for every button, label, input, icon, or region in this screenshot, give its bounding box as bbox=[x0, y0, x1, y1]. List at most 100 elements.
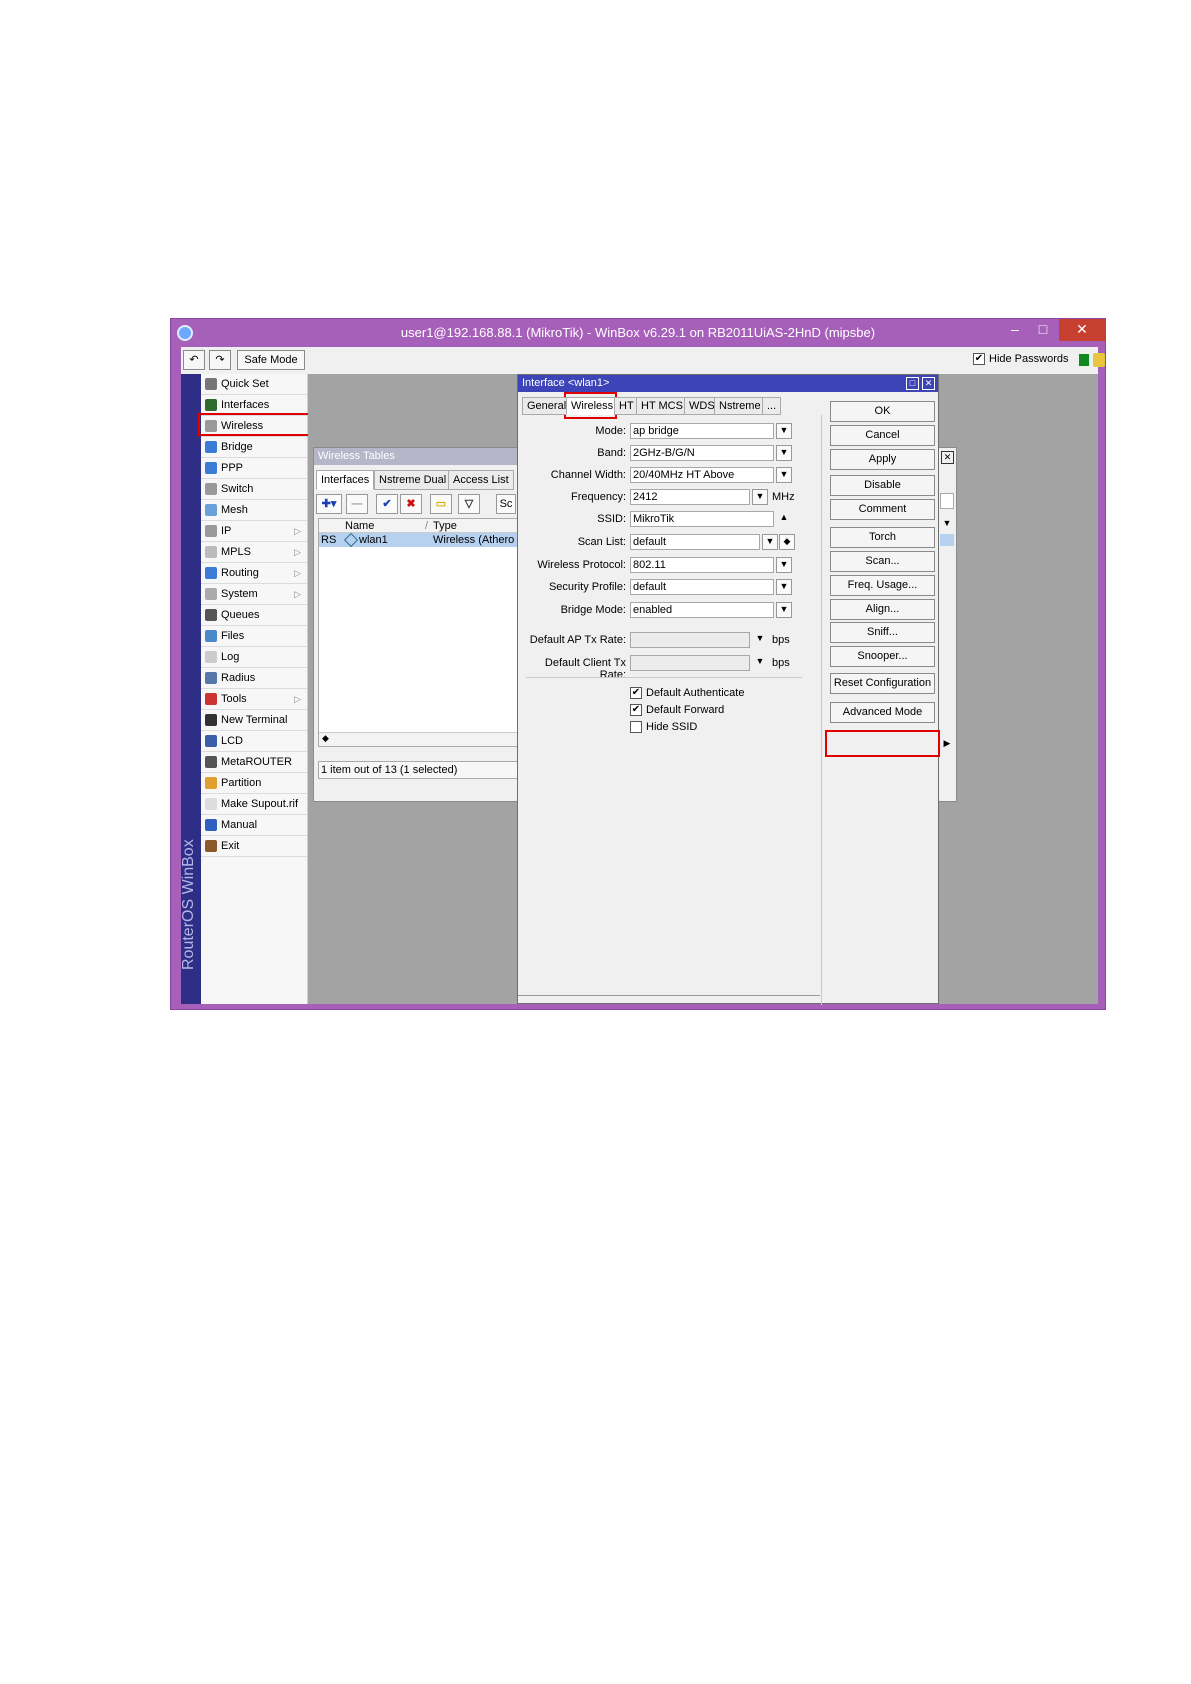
dropdown-icon[interactable]: ▼ bbox=[776, 602, 792, 618]
band-field[interactable]: 2GHz-B/G/N bbox=[630, 445, 774, 461]
menu-item-tools[interactable]: Tools ▷ bbox=[201, 689, 307, 710]
dropdown-icon[interactable]: ▼ bbox=[752, 632, 768, 648]
menu-item-system[interactable]: System ▷ bbox=[201, 584, 307, 605]
apply-button[interactable]: Apply bbox=[830, 449, 935, 470]
ok-button[interactable]: OK bbox=[830, 401, 935, 422]
tab-interfaces[interactable]: Interfaces bbox=[316, 470, 375, 490]
torch-button[interactable]: Torch bbox=[830, 527, 935, 548]
dropdown-icon[interactable]: ▼ bbox=[940, 518, 954, 532]
dropdown-icon[interactable]: ▼ bbox=[776, 423, 792, 439]
dropdown-icon[interactable]: ▼ bbox=[776, 579, 792, 595]
scan-button-partial[interactable]: Sc bbox=[496, 494, 516, 514]
dialog-restore-icon[interactable]: □ bbox=[906, 377, 919, 390]
undo-button[interactable]: ↶ bbox=[183, 350, 205, 370]
menu-item-ppp[interactable]: PPP bbox=[201, 458, 307, 479]
collapse-icon[interactable]: ▲ bbox=[776, 511, 792, 527]
menu-item-partition[interactable]: Partition bbox=[201, 773, 307, 794]
menu-item-exit[interactable]: Exit bbox=[201, 836, 307, 857]
sniff-button[interactable]: Sniff... bbox=[830, 622, 935, 643]
partition-icon bbox=[205, 777, 217, 789]
menu-item-make-supout-rif[interactable]: Make Supout.rif bbox=[201, 794, 307, 815]
default-client-tx-rate-field[interactable] bbox=[630, 655, 750, 671]
dropdown-icon[interactable]: ▼ bbox=[752, 655, 768, 671]
remove-icon[interactable]: — bbox=[346, 494, 368, 514]
add-icon[interactable]: ✚▾ bbox=[316, 494, 342, 514]
channel-width-field[interactable]: 20/40MHz HT Above bbox=[630, 467, 774, 483]
dropdown-icon[interactable]: ▼ bbox=[776, 445, 792, 461]
menu-item-mpls[interactable]: MPLS ▷ bbox=[201, 542, 307, 563]
menu-item-bridge[interactable]: Bridge bbox=[201, 437, 307, 458]
menu-item-lcd[interactable]: LCD bbox=[201, 731, 307, 752]
wireless-protocol-field[interactable]: 802.11 bbox=[630, 557, 774, 573]
tab-nstreme-dual[interactable]: Nstreme Dual bbox=[374, 470, 452, 490]
default-forward-checkbox[interactable]: ✔ Default Forward bbox=[630, 704, 724, 717]
default-authenticate-checkbox[interactable]: ✔ Default Authenticate bbox=[630, 687, 744, 700]
menu-item-quick-set[interactable]: Quick Set bbox=[201, 374, 307, 395]
minimize-button[interactable]: – bbox=[1001, 319, 1029, 341]
tab-ht-mcs[interactable]: HT MCS bbox=[636, 397, 688, 415]
wireless-tables-title[interactable]: Wireless Tables bbox=[314, 448, 517, 465]
scan-button[interactable]: Scan... bbox=[830, 551, 935, 572]
menu-item-queues[interactable]: Queues bbox=[201, 605, 307, 626]
tab-nstreme[interactable]: Nstreme bbox=[714, 397, 766, 415]
tab-general[interactable]: General bbox=[522, 397, 572, 415]
dialog-title[interactable]: Interface <wlan1> □ ✕ bbox=[518, 375, 938, 392]
tab-wireless[interactable]: Wireless bbox=[566, 397, 619, 415]
tab-access-list[interactable]: Access List bbox=[448, 470, 514, 490]
menu-item-log[interactable]: Log bbox=[201, 647, 307, 668]
enable-icon[interactable]: ✔ bbox=[376, 494, 398, 514]
tab-ht[interactable]: HT bbox=[614, 397, 639, 415]
menu-item-label: LCD bbox=[221, 735, 244, 747]
disable-icon[interactable]: ✖ bbox=[400, 494, 422, 514]
hide-passwords-checkbox[interactable]: ✔ Hide Passwords bbox=[973, 353, 1068, 366]
column-type[interactable]: Type bbox=[433, 520, 457, 532]
scroll-right-icon[interactable]: ▶ bbox=[940, 738, 954, 752]
dropdown-icon[interactable]: ▼ bbox=[752, 489, 768, 505]
menu-item-switch[interactable]: Switch bbox=[201, 479, 307, 500]
menu-item-routing[interactable]: Routing ▷ bbox=[201, 563, 307, 584]
menu-item-manual[interactable]: Manual bbox=[201, 815, 307, 836]
search-field-partial[interactable] bbox=[940, 493, 954, 509]
up-down-icon[interactable]: ◆ bbox=[779, 534, 795, 550]
menu-item-metarouter[interactable]: MetaROUTER bbox=[201, 752, 307, 773]
dropdown-icon[interactable]: ▼ bbox=[776, 557, 792, 573]
menu-item-mesh[interactable]: Mesh bbox=[201, 500, 307, 521]
maximize-button[interactable]: □ bbox=[1029, 319, 1057, 341]
menu-item-ip[interactable]: IP ▷ bbox=[201, 521, 307, 542]
default-ap-tx-rate-field[interactable] bbox=[630, 632, 750, 648]
bridge-mode-field[interactable]: enabled bbox=[630, 602, 774, 618]
mode-field[interactable]: ap bridge bbox=[630, 423, 774, 439]
redo-button[interactable]: ↷ bbox=[209, 350, 231, 370]
menu-item-new-terminal[interactable]: New Terminal bbox=[201, 710, 307, 731]
menu-item-files[interactable]: Files bbox=[201, 626, 307, 647]
scroll-left-icon[interactable]: ◆ bbox=[322, 733, 329, 744]
close-button[interactable]: ✕ bbox=[1059, 319, 1105, 341]
filter-icon[interactable]: ▽ bbox=[458, 494, 480, 514]
freq-usage-button[interactable]: Freq. Usage... bbox=[830, 575, 935, 596]
dialog-close-icon[interactable]: ✕ bbox=[922, 377, 935, 390]
menu-item-radius[interactable]: Radius bbox=[201, 668, 307, 689]
metarouter-icon bbox=[205, 756, 217, 768]
snooper-button[interactable]: Snooper... bbox=[830, 646, 935, 667]
horizontal-scrollbar[interactable]: ◆ bbox=[319, 732, 519, 746]
disable-button[interactable]: Disable bbox=[830, 475, 935, 496]
frequency-field[interactable]: 2412 bbox=[630, 489, 750, 505]
title-bar[interactable]: user1@192.168.88.1 (MikroTik) - WinBox v… bbox=[171, 319, 1105, 347]
cancel-button[interactable]: Cancel bbox=[830, 425, 935, 446]
dropdown-icon[interactable]: ▼ bbox=[762, 534, 778, 550]
comment-button[interactable]: Comment bbox=[830, 499, 935, 520]
wireless-tables-close-icon[interactable]: ✕ bbox=[941, 451, 954, 464]
hide-ssid-checkbox[interactable]: Hide SSID bbox=[630, 721, 697, 734]
align-button[interactable]: Align... bbox=[830, 599, 935, 620]
reset-configuration-button[interactable]: Reset Configuration bbox=[830, 673, 935, 694]
table-row[interactable]: RS wlan1 Wireless (Athero bbox=[319, 532, 519, 548]
security-profile-field[interactable]: default bbox=[630, 579, 774, 595]
tab-more[interactable]: ... bbox=[762, 397, 782, 415]
column-name[interactable]: Name bbox=[345, 520, 374, 532]
comment-icon[interactable]: ▭ bbox=[430, 494, 452, 514]
advanced-mode-button[interactable]: Advanced Mode bbox=[830, 702, 935, 723]
dropdown-icon[interactable]: ▼ bbox=[776, 467, 792, 483]
safe-mode-button[interactable]: Safe Mode bbox=[237, 350, 305, 370]
scan-list-field[interactable]: default bbox=[630, 534, 760, 550]
ssid-field[interactable]: MikroTik bbox=[630, 511, 774, 527]
